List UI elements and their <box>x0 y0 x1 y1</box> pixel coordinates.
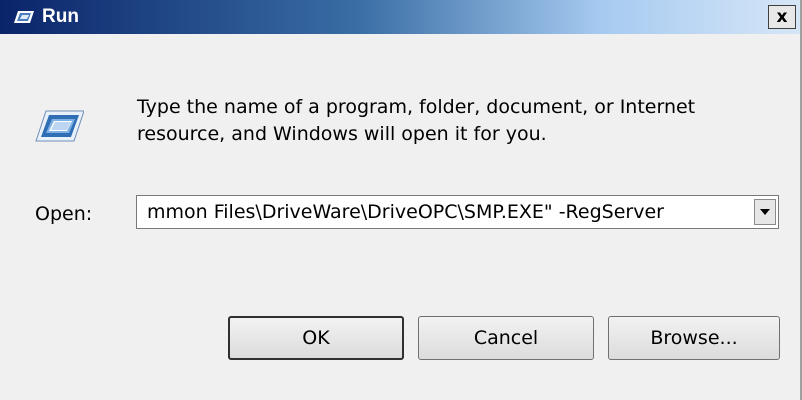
open-dropdown-button[interactable] <box>754 199 776 225</box>
title-bar[interactable]: Run x <box>0 0 800 34</box>
window-title: Run <box>42 6 79 27</box>
run-window-icon <box>14 11 34 23</box>
open-combobox[interactable] <box>136 195 779 229</box>
browse-button[interactable]: Browse... <box>608 316 780 360</box>
cancel-button[interactable]: Cancel <box>418 316 594 360</box>
open-input[interactable] <box>137 196 739 228</box>
close-icon: x <box>776 7 788 27</box>
run-dialog-icon <box>35 110 84 142</box>
close-button[interactable]: x <box>768 5 796 29</box>
run-dialog-window: Run x Type the name of a program, folder… <box>0 0 802 400</box>
open-label: Open: <box>35 203 93 225</box>
ok-button[interactable]: OK <box>228 316 404 360</box>
dialog-description: Type the name of a program, folder, docu… <box>137 96 696 145</box>
chevron-down-icon <box>760 209 770 215</box>
